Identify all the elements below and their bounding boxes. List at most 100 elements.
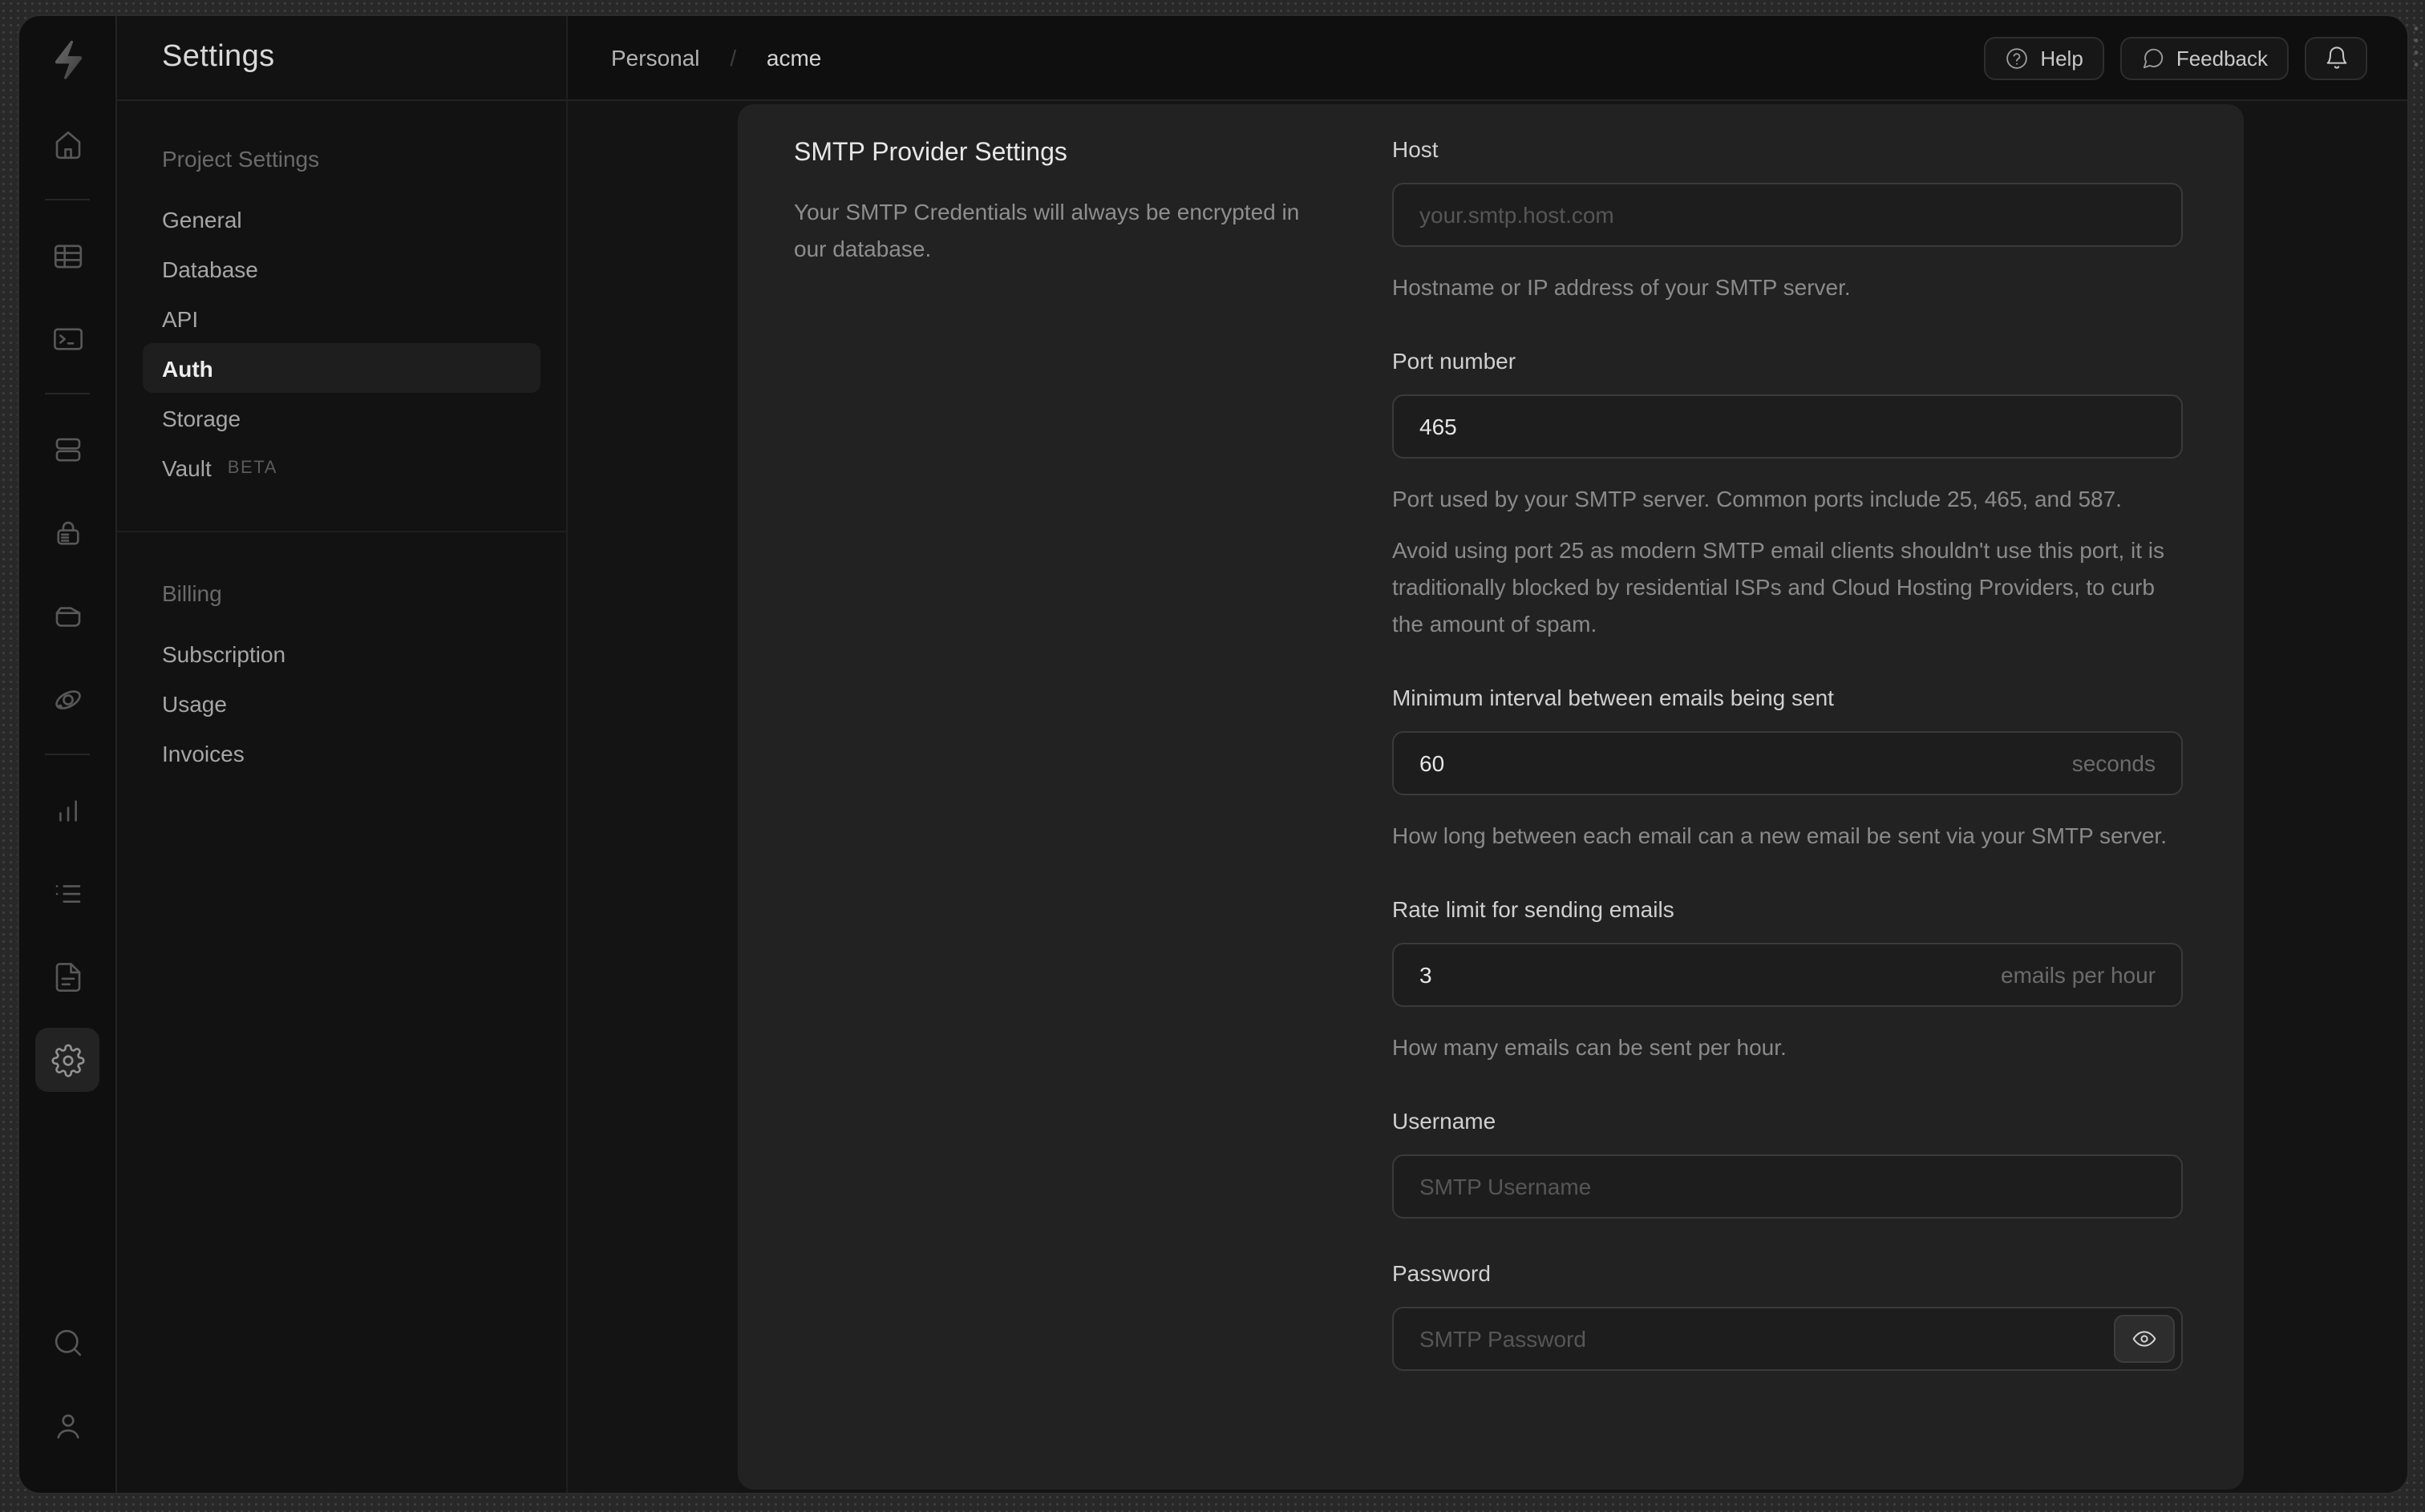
menu-item-api[interactable]: API: [143, 293, 540, 343]
field-password: Password: [1392, 1260, 2183, 1371]
field-rate-limit: Rate limit for sending emails emails per…: [1392, 896, 2183, 1066]
port-input-wrap: [1392, 394, 2183, 459]
field-username: Username: [1392, 1108, 2183, 1219]
rail-divider: [45, 754, 90, 755]
rate-limit-help: How many emails can be sent per hour.: [1392, 1034, 1787, 1060]
username-input-wrap: [1392, 1154, 2183, 1219]
field-port: Port number Port used by your SMTP serve…: [1392, 348, 2183, 643]
rate-limit-unit: emails per hour: [2001, 962, 2156, 988]
nav-database[interactable]: [35, 417, 99, 481]
host-input-wrap: [1392, 183, 2183, 247]
rate-limit-label: Rate limit for sending emails: [1392, 896, 1674, 922]
topbar-actions: Help Feedback: [1984, 36, 2367, 79]
supabase-logo-icon[interactable]: [47, 38, 88, 80]
help-button[interactable]: Help: [1984, 36, 2104, 79]
rail-divider: [45, 199, 90, 200]
menu-item-storage[interactable]: Storage: [143, 393, 540, 443]
list-icon: [55, 884, 80, 902]
panel-title: SMTP Provider Settings: [794, 139, 1067, 167]
terminal-icon: [53, 327, 82, 350]
breadcrumb-project[interactable]: acme: [767, 45, 821, 71]
host-help: Hostname or IP address of your SMTP serv…: [1392, 274, 1851, 300]
username-input[interactable]: [1394, 1156, 2181, 1217]
port-help: Port used by your SMTP server. Common po…: [1392, 486, 2122, 511]
menu-item-general[interactable]: General: [143, 194, 540, 244]
help-circle-icon: [2006, 47, 2028, 68]
smtp-settings-panel: SMTP Provider Settings Your SMTP Credent…: [738, 104, 2244, 1490]
app-window: Settings Project Settings General Databa…: [18, 14, 2409, 1494]
topbar: Personal / acme Help Feedback: [568, 16, 2407, 101]
panel-description: Your SMTP Credentials will always be enc…: [794, 199, 1300, 261]
port-input[interactable]: [1394, 396, 2181, 457]
breadcrumb-separator: /: [730, 45, 737, 71]
menu-item-subscription[interactable]: Subscription: [143, 629, 540, 678]
host-input[interactable]: [1394, 184, 2181, 245]
menu-section-billing: Billing: [162, 580, 222, 606]
port-help-warning: Avoid using port 25 as modern SMTP email…: [1392, 537, 2165, 637]
page-title: Settings: [162, 40, 275, 74]
reveal-password-button[interactable]: [2114, 1315, 2175, 1363]
speech-bubble-icon: [2143, 47, 2164, 68]
icon-rail: [19, 16, 117, 1493]
nav-sql-editor[interactable]: [35, 306, 99, 370]
file-text-icon: [55, 962, 80, 991]
menu-item-usage[interactable]: Usage: [143, 678, 540, 728]
password-input[interactable]: [1394, 1308, 2114, 1369]
password-input-wrap: [1392, 1307, 2183, 1371]
nav-reports[interactable]: [35, 778, 99, 842]
minimum-interval-input-wrap: seconds: [1392, 731, 2183, 795]
menu-item-auth[interactable]: Auth: [143, 343, 540, 393]
password-label: Password: [1392, 1260, 1491, 1286]
beta-badge: BETA: [227, 458, 277, 477]
panel-intro: SMTP Provider Settings Your SMTP Credent…: [794, 136, 1331, 1490]
nav-search[interactable]: [35, 1310, 99, 1374]
menu-item-vault[interactable]: Vault BETA: [143, 443, 540, 492]
minimum-interval-unit: seconds: [2071, 750, 2156, 776]
storage-folder-icon: [55, 606, 80, 626]
nav-storage[interactable]: [35, 584, 99, 648]
bar-chart-icon: [59, 799, 76, 821]
breadcrumb-org[interactable]: Personal: [611, 45, 700, 71]
gear-icon: [51, 1043, 84, 1077]
nav-project-settings[interactable]: [35, 1028, 99, 1092]
desktop-background: Settings Project Settings General Databa…: [0, 0, 2425, 1512]
minimum-interval-help: How long between each email can a new em…: [1392, 823, 2167, 848]
nav-edge-functions[interactable]: [35, 667, 99, 731]
window-edge-dots: [2414, 22, 2419, 69]
minimum-interval-input[interactable]: [1394, 733, 2072, 794]
username-label: Username: [1392, 1108, 1496, 1134]
nav-authentication[interactable]: [35, 500, 99, 564]
notifications-button[interactable]: [2305, 36, 2367, 79]
database-icon: [55, 437, 80, 461]
nav-logs[interactable]: [35, 861, 99, 925]
nav-profile[interactable]: [35, 1393, 99, 1457]
rail-divider: [45, 393, 90, 394]
menu-divider: [117, 531, 566, 532]
menu-item-invoices[interactable]: Invoices: [143, 728, 540, 778]
menu-item-database[interactable]: Database: [143, 244, 540, 293]
rate-limit-input-wrap: emails per hour: [1392, 943, 2183, 1007]
nav-table-editor[interactable]: [35, 223, 99, 287]
main-column: Personal / acme Help Feedback SMTP Provi…: [568, 16, 2407, 1493]
orbit-icon: [55, 689, 80, 709]
nav-docs[interactable]: [35, 944, 99, 1009]
content-area: SMTP Provider Settings Your SMTP Credent…: [568, 101, 2407, 1493]
minimum-interval-label: Minimum interval between emails being se…: [1392, 685, 1834, 710]
settings-sidebar: Settings Project Settings General Databa…: [117, 16, 568, 1493]
field-host: Host Hostname or IP address of your SMTP…: [1392, 136, 2183, 306]
field-minimum-interval: Minimum interval between emails being se…: [1392, 685, 2183, 855]
search-icon: [54, 1328, 81, 1356]
nav-home[interactable]: [35, 112, 99, 176]
port-label: Port number: [1392, 348, 1516, 374]
bell-icon: [2326, 46, 2346, 69]
table-icon: [53, 244, 82, 268]
breadcrumb: Personal / acme: [611, 45, 821, 71]
rate-limit-input[interactable]: [1394, 944, 2001, 1005]
menu-section-project-settings: Project Settings: [162, 146, 320, 172]
settings-menu: Project Settings General Database API Au…: [117, 101, 566, 816]
host-label: Host: [1392, 136, 1439, 162]
smtp-form: Host Hostname or IP address of your SMTP…: [1392, 136, 2183, 1490]
feedback-button[interactable]: Feedback: [2119, 36, 2289, 79]
home-icon: [55, 130, 80, 159]
sidebar-header: Settings: [117, 16, 566, 101]
